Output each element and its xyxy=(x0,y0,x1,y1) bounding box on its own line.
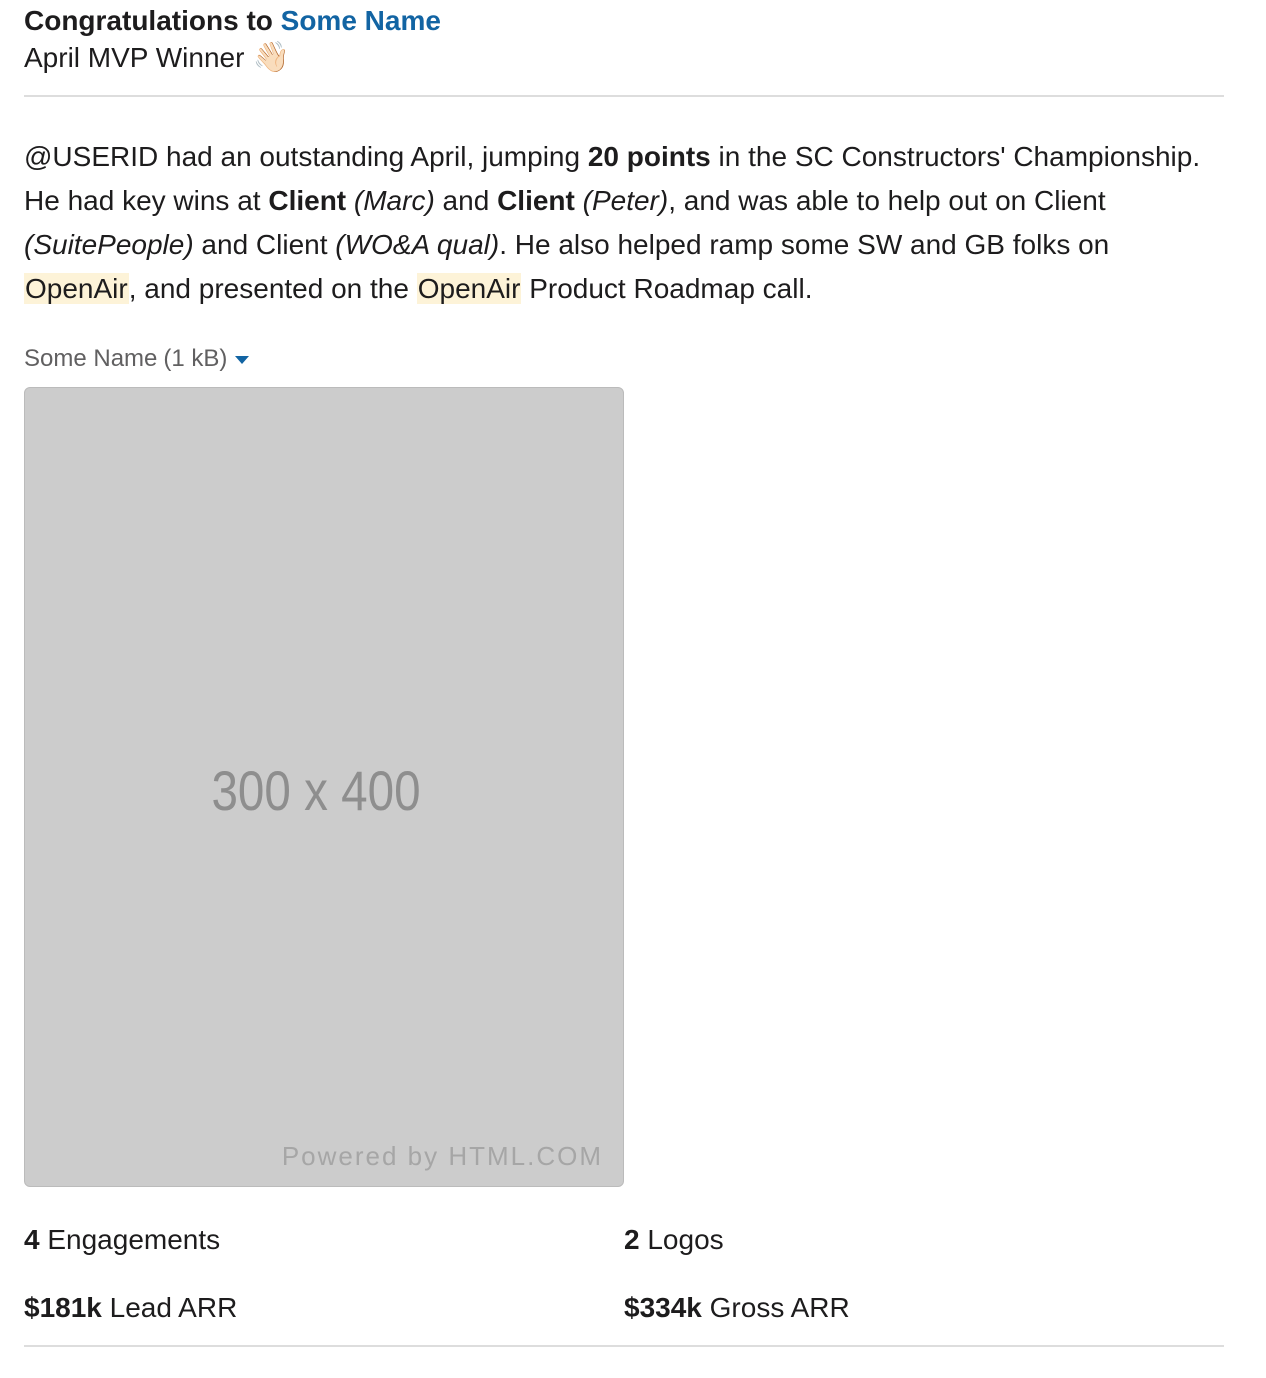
body-text: Product Roadmap call. xyxy=(521,273,813,304)
stat-value: 2 xyxy=(624,1224,640,1255)
message-body: @USERID had an outstanding April, jumpin… xyxy=(24,135,1224,311)
stat-value: 4 xyxy=(24,1224,40,1255)
message-title: Congratulations to Some Name xyxy=(24,3,1224,39)
stat-label: Logos xyxy=(639,1224,724,1255)
body-italic: (Peter) xyxy=(582,185,669,216)
title-prefix: Congratulations to xyxy=(24,5,281,36)
attachment-header: Some Name (1 kB) xyxy=(24,345,1224,373)
body-text: @USERID had an outstanding April, jumpin… xyxy=(24,141,588,172)
stat-label: Gross ARR xyxy=(701,1292,850,1323)
body-text: , and presented on the xyxy=(128,273,417,304)
image-placeholder-credit: Powered by HTML.COM xyxy=(281,1141,603,1171)
stat-label: Lead ARR xyxy=(101,1292,238,1323)
body-text: . He also helped ramp some SW and GB fol… xyxy=(499,229,1110,260)
chevron-down-icon[interactable] xyxy=(235,356,250,364)
body-text: and xyxy=(434,185,498,216)
stat-logos: 2 Logos xyxy=(624,1221,1224,1259)
highlight-openair: OpenAir xyxy=(24,273,129,304)
body-italic: (Marc) xyxy=(353,185,435,216)
stat-value: $334k xyxy=(624,1292,702,1323)
attachment-name: Some Name xyxy=(24,345,158,372)
image-placeholder-label: 300 x 400 xyxy=(211,759,421,822)
body-text: and Client xyxy=(193,229,336,260)
attachment-image[interactable]: 300 x 400 Powered by HTML.COM xyxy=(24,387,624,1187)
stat-value: $181k xyxy=(24,1292,102,1323)
stat-gross-arr: $334k Gross ARR xyxy=(624,1289,1224,1327)
divider xyxy=(24,1345,1224,1347)
body-bold: 20 points xyxy=(587,141,711,172)
mvp-message: Congratulations to Some Name April MVP W… xyxy=(24,0,1224,1347)
winner-name-link[interactable]: Some Name xyxy=(281,5,441,36)
body-bold: Client xyxy=(497,185,575,216)
highlight-openair: OpenAir xyxy=(416,273,522,304)
body-italic: (SuitePeople) xyxy=(24,229,194,260)
message-subtitle: April MVP Winner 👋🏻 xyxy=(24,39,1224,77)
divider xyxy=(24,95,1224,97)
stat-engagements: 4 Engagements xyxy=(24,1221,624,1259)
attachment-size: (1 kB) xyxy=(163,345,228,372)
body-bold: Client xyxy=(268,185,347,216)
stats-grid: 4 Engagements 2 Logos $181k Lead ARR $33… xyxy=(24,1221,1224,1327)
stat-label: Engagements xyxy=(39,1224,221,1255)
waving-hand-icon: 👋🏻 xyxy=(252,41,290,74)
subtitle-text: April MVP Winner xyxy=(24,42,245,73)
body-text: , and was able to help out on Client xyxy=(668,185,1106,216)
stat-lead-arr: $181k Lead ARR xyxy=(24,1289,624,1327)
body-italic: (WO&A qual) xyxy=(335,229,500,260)
